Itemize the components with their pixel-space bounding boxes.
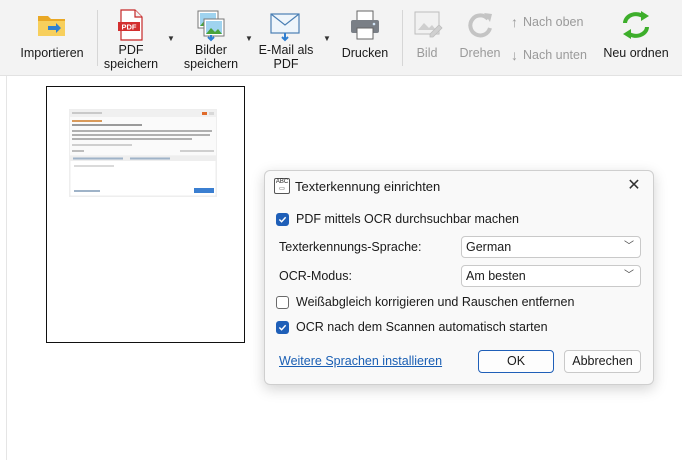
language-select[interactable]: German ﹀ <box>461 236 641 258</box>
auto-ocr-label: OCR nach dem Scannen automatisch starten <box>296 320 548 334</box>
printer-icon <box>348 8 382 42</box>
left-divider <box>6 76 7 460</box>
folder-import-icon <box>35 8 69 42</box>
pdf-icon-text: PDF <box>122 23 137 32</box>
email-pdf-label: E-Mail als PDF <box>258 43 314 71</box>
rotate-label: Drehen <box>459 46 501 60</box>
arrow-up-icon: ↑ <box>511 14 518 30</box>
checkmark-icon <box>278 216 287 223</box>
ocr-searchable-row[interactable]: PDF mittels OCR durchsuchbar machen <box>276 212 519 226</box>
image-edit-icon <box>410 8 444 42</box>
ocr-searchable-label: PDF mittels OCR durchsuchbar machen <box>296 212 519 226</box>
ocr-mode-value: Am besten <box>466 269 526 283</box>
toolbar-separator <box>402 10 403 66</box>
move-up-button[interactable]: ↑ Nach oben <box>511 14 583 30</box>
toolbar-separator <box>97 10 98 66</box>
reorder-label: Neu ordnen <box>603 46 669 60</box>
language-value: German <box>466 240 512 254</box>
checkmark-icon <box>278 324 287 331</box>
chevron-down-icon: ﹀ <box>624 241 634 252</box>
print-label: Drucken <box>341 46 389 60</box>
arrow-down-icon: ↓ <box>511 47 518 63</box>
image-label: Bild <box>416 46 438 60</box>
language-label: Texterkennungs-Sprache: <box>279 240 422 254</box>
move-down-button[interactable]: ↓ Nach unten <box>511 47 587 63</box>
email-pdf-button[interactable]: E-Mail als PDF <box>255 0 317 74</box>
ocr-searchable-checkbox[interactable] <box>276 212 289 226</box>
toolbar: Importieren PDF PDF speichern ▼ Bilder s… <box>0 0 682 76</box>
page-thumbnail[interactable] <box>46 86 245 343</box>
save-images-label: Bilder speichern <box>183 43 239 71</box>
email-pdf-dropdown-arrow[interactable]: ▼ <box>323 34 331 43</box>
save-images-dropdown-arrow[interactable]: ▼ <box>245 34 253 43</box>
reorder-button[interactable]: Neu ordnen <box>600 0 672 74</box>
white-balance-checkbox[interactable] <box>276 295 289 309</box>
close-icon[interactable]: ✕ <box>623 175 645 197</box>
chevron-down-icon: ﹀ <box>624 270 634 281</box>
envelope-icon <box>269 8 303 42</box>
cancel-button[interactable]: Abbrechen <box>564 350 641 373</box>
install-languages-link[interactable]: Weitere Sprachen installieren <box>279 354 442 368</box>
ocr-mode-select[interactable]: Am besten ﹀ <box>461 265 641 287</box>
import-button[interactable]: Importieren <box>14 0 90 74</box>
save-pdf-dropdown-arrow[interactable]: ▼ <box>167 34 175 43</box>
rotate-icon <box>463 8 497 42</box>
auto-ocr-row[interactable]: OCR nach dem Scannen automatisch starten <box>276 320 548 334</box>
ocr-abc-icon: ABC ▭ <box>274 178 290 194</box>
ok-button[interactable]: OK <box>478 350 554 373</box>
ocr-mode-label: OCR-Modus: <box>279 269 352 283</box>
move-down-label: Nach unten <box>523 48 587 62</box>
move-up-label: Nach oben <box>523 15 584 29</box>
dialog-title: Texterkennung einrichten <box>295 179 441 194</box>
white-balance-row[interactable]: Weißabgleich korrigieren und Rauschen en… <box>276 295 574 309</box>
pdf-file-icon: PDF <box>114 8 148 42</box>
image-stack-icon <box>194 8 228 42</box>
ocr-settings-dialog: ABC ▭ Texterkennung einrichten ✕ PDF mitt… <box>264 170 654 385</box>
rotate-button[interactable]: Drehen <box>456 0 504 74</box>
import-label: Importieren <box>20 46 84 60</box>
refresh-icon <box>619 8 653 42</box>
page-content-preview <box>69 109 217 197</box>
print-button[interactable]: Drucken <box>337 0 393 74</box>
white-balance-label: Weißabgleich korrigieren und Rauschen en… <box>296 295 575 309</box>
save-pdf-label: PDF speichern <box>103 43 159 71</box>
save-images-button[interactable]: Bilder speichern <box>180 0 242 74</box>
image-button[interactable]: Bild <box>408 0 446 74</box>
save-pdf-button[interactable]: PDF PDF speichern <box>100 0 162 74</box>
auto-ocr-checkbox[interactable] <box>276 320 289 334</box>
